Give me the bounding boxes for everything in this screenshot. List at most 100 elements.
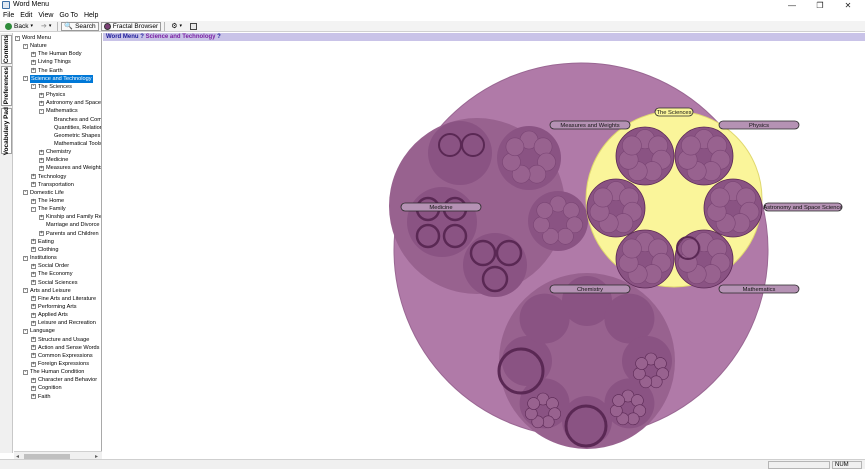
tree-node[interactable]: + Foreign Expressions [31,360,89,368]
tree-node[interactable]: + The Home [31,197,64,205]
tree-node[interactable]: + Social Order [31,262,69,270]
contents-tree[interactable]: - Word Menu - Nature + The Human Body + Living … [14,33,102,451]
tree-node[interactable]: + Leisure and Recreation [31,319,96,327]
subcategory-circle[interactable] [519,293,570,344]
tree-node[interactable]: + Performing Arts [31,303,77,311]
expand-icon[interactable]: + [31,296,36,302]
collapse-icon[interactable]: - [23,190,28,196]
tree-node[interactable]: - The Sciences [31,83,72,91]
breadcrumb-help-icon[interactable]: ? [217,34,221,40]
tab-contents[interactable]: Contents [1,35,12,64]
fractal-label-physics[interactable]: Physics [718,120,800,130]
tree-node[interactable]: Branches and Comp [47,116,101,124]
tree-node[interactable]: - Language [23,327,55,335]
expand-icon[interactable]: + [39,157,44,163]
expand-icon[interactable]: + [31,312,36,318]
collapse-icon[interactable]: - [15,35,20,41]
tools-button[interactable]: ⚙ ▾ [168,22,185,31]
expand-icon[interactable]: + [39,149,44,155]
tree-node[interactable]: + Clothing [31,246,59,254]
tree-node[interactable]: - The Human Condition [23,368,84,376]
fractal-label-medicine[interactable]: Medicine [400,202,482,212]
expand-icon[interactable]: + [39,165,44,171]
tree-node[interactable]: + Applied Arts [31,311,68,319]
menu-help[interactable]: Help [84,11,98,21]
collapse-icon[interactable]: - [23,76,28,82]
tree-node[interactable]: Geometric Shapes a [47,132,101,140]
tree-node[interactable]: + The Economy [31,270,73,278]
word-circle[interactable] [680,135,701,156]
word-circle[interactable] [709,187,730,208]
tree-node[interactable]: + Character and Behavior [31,376,97,384]
tools-dropdown-icon[interactable]: ▾ [179,23,182,29]
collapse-icon[interactable]: - [23,288,28,294]
menu-edit[interactable]: Edit [20,11,32,21]
forward-button[interactable]: ➔ ▾ [38,22,54,31]
forward-dropdown-icon[interactable]: ▾ [49,23,52,29]
bookmark-button[interactable] [187,22,200,31]
expand-icon[interactable]: + [31,320,36,326]
collapse-icon[interactable]: - [23,328,28,334]
expand-icon[interactable]: + [31,271,36,277]
tree-node[interactable]: - Word Menu [15,34,51,42]
tree-node[interactable]: - Mathematics [39,107,78,115]
word-circle[interactable] [592,187,613,208]
expand-icon[interactable]: + [31,68,36,74]
fractal-browser-button[interactable]: Fractal Browser [100,21,162,31]
collapse-icon[interactable]: - [23,255,28,261]
expand-icon[interactable]: + [31,51,36,57]
tree-node[interactable]: + Structure and Usage [31,336,89,344]
tree-node[interactable]: + Technology [31,173,66,181]
word-circle[interactable] [505,137,525,157]
expand-icon[interactable]: + [31,182,36,188]
word-circle[interactable] [621,238,642,259]
fractal-label-mathematics[interactable]: Mathematics [718,284,800,294]
tree-node[interactable]: - Arts and Leisure [23,287,71,295]
expand-icon[interactable]: + [31,263,36,269]
tree-node[interactable]: + Action and Sense Words [31,344,99,352]
expand-icon[interactable]: + [31,394,36,400]
expand-icon[interactable]: + [31,304,36,310]
collapse-icon[interactable]: - [31,84,36,90]
expand-icon[interactable]: + [31,337,36,343]
expand-icon[interactable]: + [31,377,36,383]
search-button[interactable]: 🔍 Search [61,21,99,31]
word-circle[interactable] [635,357,648,370]
expand-icon[interactable]: + [31,59,36,65]
tree-node[interactable]: + The Earth [31,67,63,75]
subcategory-circle[interactable] [428,121,492,185]
tree-node[interactable]: Quantities, Relation [47,124,101,132]
back-button[interactable]: Back ▾ [2,22,36,31]
tree-node[interactable]: Mathematical Tools [47,140,101,148]
maximize-button[interactable]: ❐ [806,0,834,11]
tree-node[interactable]: + Measures and Weights [39,164,101,172]
tree-node[interactable]: + Transportation [31,181,74,189]
menu-view[interactable]: View [38,11,53,21]
fractal-label-measures[interactable]: Measures and Weights [549,120,631,130]
tree-node[interactable]: + Kinship and Family Rel [39,213,101,221]
breadcrumb-help-icon[interactable]: ? [140,34,144,40]
expand-icon[interactable]: + [31,353,36,359]
fractal-label-chemistry[interactable]: Chemistry [549,284,631,294]
word-circle[interactable] [536,202,554,219]
tree-node[interactable]: + Cognition [31,384,62,392]
tree-node[interactable]: + Chemistry [39,148,71,156]
expand-icon[interactable]: + [31,198,36,204]
expand-icon[interactable]: + [39,92,44,98]
tree-node[interactable]: + Faith [31,393,50,401]
tree-node[interactable]: - Institutions [23,254,57,262]
expand-icon[interactable]: + [39,100,44,106]
minimize-button[interactable]: — [778,0,806,11]
tree-node[interactable]: + Common Expressions [31,352,93,360]
word-circle[interactable] [527,164,547,184]
tree-node[interactable]: + Social Sciences [31,279,78,287]
fractal-label-astronomy[interactable]: Astronomy and Space Science [763,202,843,212]
tree-node[interactable]: - Nature [23,42,47,50]
expand-icon[interactable]: + [31,385,36,391]
tree-node[interactable]: - The Family [31,205,66,213]
tree-node[interactable]: + Parents and Children [39,230,99,238]
collapse-icon[interactable]: - [23,369,28,375]
menu-file[interactable]: File [3,11,14,21]
fractal-label-sciences[interactable]: The Sciences [654,107,694,117]
subcategory-circle[interactable] [463,233,527,297]
